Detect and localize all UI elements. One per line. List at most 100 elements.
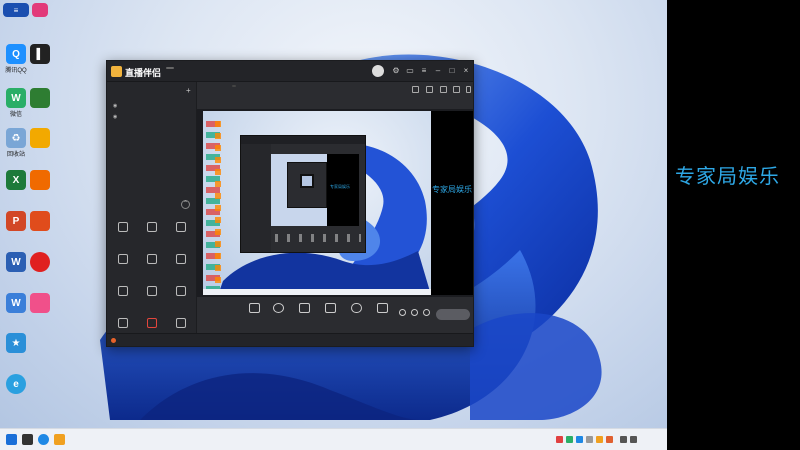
settings-icon[interactable]: ⚙ — [392, 67, 400, 75]
app-icon — [30, 88, 50, 108]
scene-item[interactable]: ◉ — [113, 103, 117, 109]
tool-icon — [176, 318, 186, 328]
start-icon[interactable] — [6, 434, 17, 445]
nested-brand-text: 专家局娱乐 — [330, 184, 350, 189]
scene-item[interactable]: ◉ — [113, 114, 117, 120]
tool-button[interactable] — [167, 222, 195, 234]
tool-button[interactable] — [109, 254, 137, 266]
stream-info-bar — [197, 97, 473, 109]
share-icon[interactable] — [466, 86, 471, 93]
tray-icon[interactable] — [596, 436, 603, 443]
pause-icon — [410, 309, 418, 316]
desktop-icon[interactable] — [26, 128, 54, 148]
tray-icon[interactable] — [586, 436, 593, 443]
taskbar-app-icon[interactable] — [22, 434, 33, 445]
desktop-icon[interactable] — [26, 170, 54, 190]
tool-icon — [118, 222, 128, 232]
desktop-icon[interactable]: ▌ — [26, 44, 54, 64]
control-button[interactable] — [319, 303, 341, 315]
tool-button[interactable] — [109, 318, 137, 328]
control-button[interactable] — [267, 303, 289, 315]
lock-icon[interactable] — [426, 86, 433, 93]
tool-button[interactable] — [138, 222, 166, 234]
tool-button[interactable] — [167, 286, 195, 298]
phone-cast-icon — [298, 303, 310, 313]
star-icon: ★ — [6, 333, 26, 353]
window-icon — [324, 303, 336, 313]
word-icon: W — [6, 252, 26, 272]
desktop-icon[interactable]: ★ — [2, 333, 30, 353]
collapse-icon[interactable]: ⌃ — [181, 200, 190, 209]
preview-side-panel: 专家局娱乐 — [431, 111, 473, 295]
go-live-button[interactable] — [436, 309, 470, 320]
tray-icon[interactable] — [576, 436, 583, 443]
desktop-icon[interactable] — [26, 3, 54, 17]
menu-icon[interactable]: ≡ — [420, 67, 428, 75]
desktop-icon[interactable] — [26, 293, 54, 313]
wifi-icon[interactable] — [620, 436, 627, 443]
app-icon — [32, 3, 48, 17]
speaker-icon — [376, 303, 388, 313]
desktop-icon-label: 微信 — [9, 112, 22, 118]
live-companion-window: 直播伴侣 ⚙ ▭ ≡ – □ × + ◉ ◉ ⌃ 专家局娱乐 专家局娱乐 — [106, 60, 474, 347]
tool-button[interactable] — [138, 318, 166, 328]
user-avatar[interactable] — [372, 65, 384, 77]
app-icon — [30, 170, 50, 190]
app-name: 直播伴侣 — [125, 68, 162, 78]
window-titlebar[interactable]: 直播伴侣 ⚙ ▭ ≡ – □ × — [107, 61, 473, 82]
tool-icon — [118, 286, 128, 296]
tool-button[interactable] — [167, 254, 195, 266]
desktop-icon[interactable] — [26, 252, 54, 272]
desktop-icon[interactable] — [26, 88, 54, 108]
tool-button[interactable] — [138, 254, 166, 266]
tool-button[interactable] — [167, 318, 195, 328]
settings-button[interactable] — [421, 309, 431, 316]
wechat-icon: W — [6, 88, 26, 108]
captured-desktop: 专家局娱乐 — [203, 111, 431, 295]
brand-text: 专家局娱乐 — [675, 164, 780, 188]
tool-button[interactable] — [109, 222, 137, 234]
pause-button[interactable] — [409, 309, 419, 316]
scene-bar — [197, 82, 473, 97]
tray-icon[interactable] — [566, 436, 573, 443]
desktop-icon[interactable] — [26, 211, 54, 231]
maximize-icon[interactable]: □ — [448, 67, 456, 75]
status-bar — [107, 333, 473, 346]
add-icon[interactable]: + — [186, 86, 191, 95]
screen-capture-icon — [248, 303, 260, 313]
tool-icon — [147, 222, 157, 232]
scene-badge[interactable] — [232, 85, 236, 87]
excel-icon: X — [6, 170, 26, 190]
nested-side-panel: 专家局娱乐 — [327, 154, 359, 226]
control-button[interactable] — [293, 303, 315, 315]
tool-button[interactable] — [109, 286, 137, 298]
volume-icon[interactable] — [630, 436, 637, 443]
message-icon[interactable]: ▭ — [406, 67, 414, 75]
preview-canvas[interactable]: 专家局娱乐 专家局娱乐 — [197, 109, 473, 297]
screen-icon[interactable] — [440, 86, 447, 93]
home-icon[interactable] — [453, 86, 460, 93]
desktop: ≡ Q 腾讯QQ ▌ W 微信 ♻ 回收站 X P W W ★ e 直播伴侣 ⚙… — [0, 0, 667, 428]
tray-icon[interactable] — [556, 436, 563, 443]
live-companion-taskbar-icon[interactable] — [54, 434, 65, 445]
close-icon[interactable]: × — [462, 67, 470, 75]
tool-icon — [118, 318, 128, 328]
control-button[interactable] — [345, 303, 367, 315]
edge-taskbar-icon[interactable] — [38, 434, 49, 445]
control-button[interactable] — [243, 303, 265, 315]
nested-controls — [275, 234, 361, 242]
minimize-icon[interactable]: – — [434, 67, 442, 75]
nested-sidebar — [241, 144, 271, 252]
control-button[interactable] — [371, 303, 393, 315]
nested-window-deep — [287, 162, 327, 208]
tool-button[interactable] — [138, 286, 166, 298]
tray-icon[interactable] — [606, 436, 613, 443]
desktop-icon-label: 回收站 — [6, 152, 25, 158]
record-icon[interactable] — [412, 86, 419, 93]
nested-app-window: 专家局娱乐 — [240, 135, 366, 253]
powerpoint-icon: P — [6, 211, 26, 231]
app-icon — [30, 252, 50, 272]
desktop-icon-edge[interactable]: e — [2, 374, 30, 394]
preview-brand-text: 专家局娱乐 — [432, 185, 472, 194]
record-button[interactable] — [397, 309, 407, 316]
